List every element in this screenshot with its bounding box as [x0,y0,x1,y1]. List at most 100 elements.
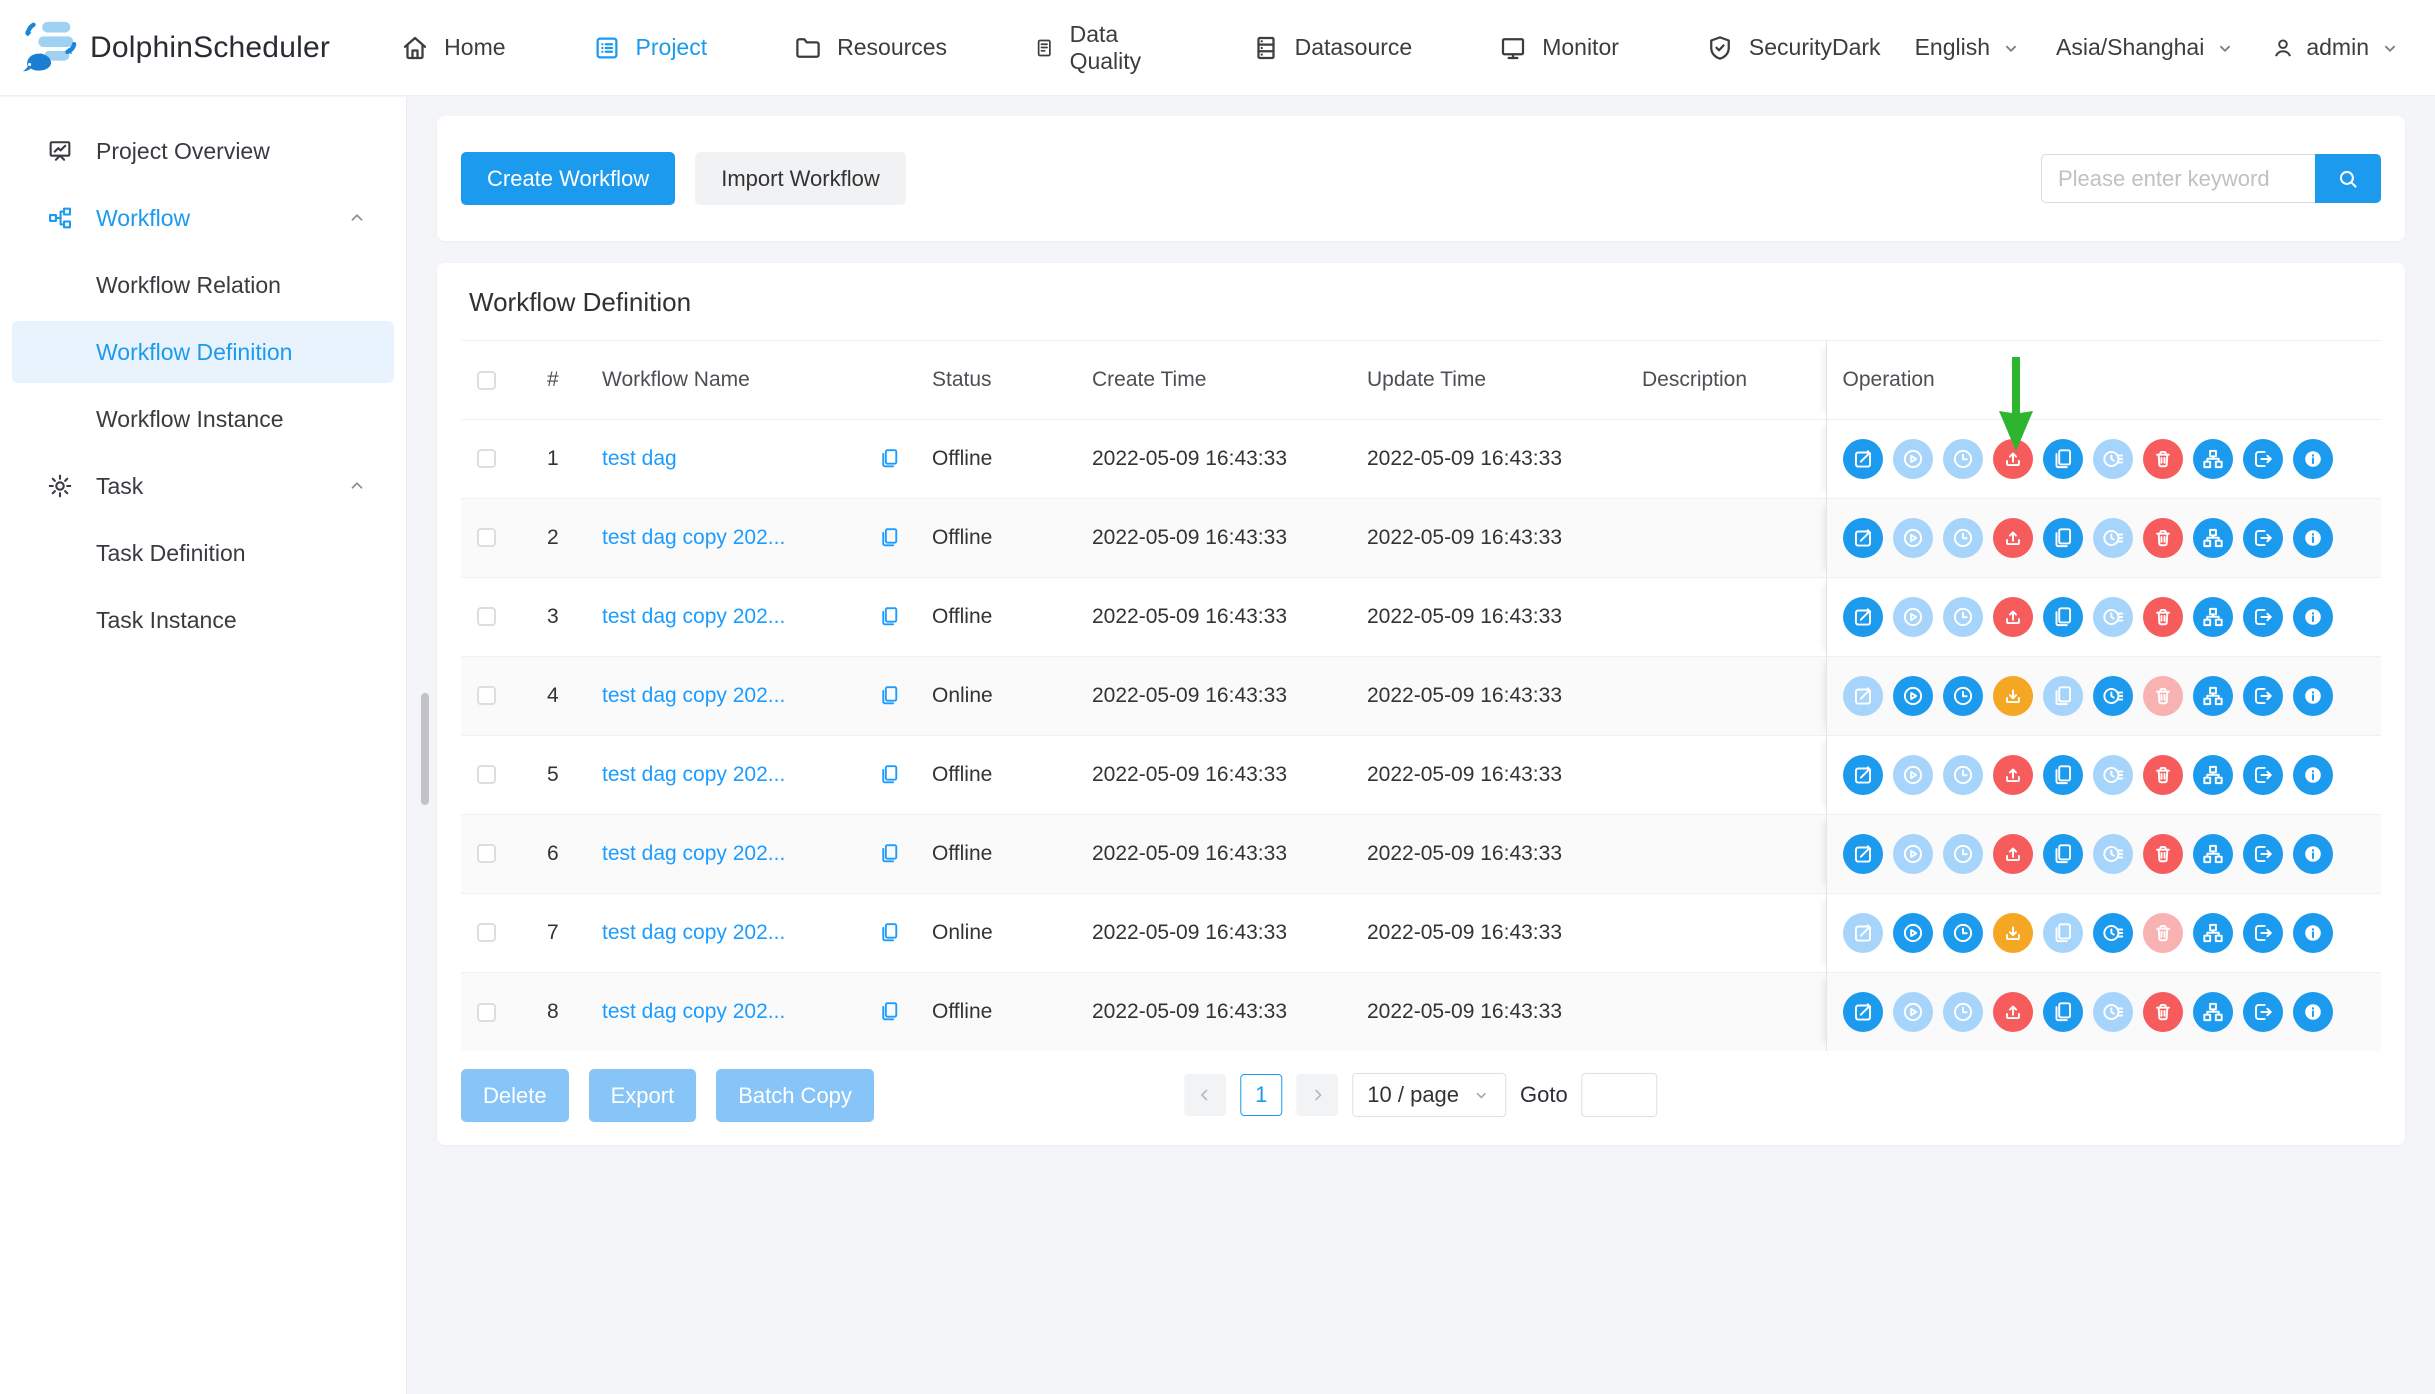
export-button[interactable] [2243,676,2283,716]
delete-button[interactable] [2143,518,2183,558]
row-checkbox[interactable] [477,607,496,626]
cron-manage-button[interactable] [2093,755,2133,795]
timing-button[interactable] [1943,597,1983,637]
tree-view-button[interactable] [2193,992,2233,1032]
offline-download-button[interactable] [1993,913,2033,953]
copy-button[interactable] [2043,676,2083,716]
timing-button[interactable] [1943,439,1983,479]
create-workflow-button[interactable]: Create Workflow [461,152,675,205]
delete-button[interactable] [2143,834,2183,874]
workflow-name-link[interactable]: test dag copy 202... [602,763,869,787]
edit-button[interactable] [1843,834,1883,874]
version-info-button[interactable] [2293,755,2333,795]
sidebar-item-workflow[interactable]: Workflow [12,187,394,249]
cron-manage-button[interactable] [2093,597,2133,637]
timing-button[interactable] [1943,676,1983,716]
delete-button[interactable] [2143,755,2183,795]
workflow-name-link[interactable]: test dag copy 202... [602,1000,869,1024]
tree-view-button[interactable] [2193,913,2233,953]
language-select[interactable]: English [1915,34,2022,61]
version-info-button[interactable] [2293,597,2333,637]
run-button[interactable] [1893,676,1933,716]
online-upload-button[interactable] [1993,597,2033,637]
delete-button[interactable] [2143,992,2183,1032]
nav-item-resources[interactable]: Resources [793,33,947,63]
version-info-button[interactable] [2293,676,2333,716]
online-upload-button[interactable] [1993,755,2033,795]
theme-toggle[interactable]: Dark [1832,34,1881,61]
search-input[interactable] [2041,154,2315,203]
export-button[interactable] [2243,439,2283,479]
copy-name-icon[interactable] [877,920,902,945]
nav-item-security[interactable]: Security [1705,33,1832,63]
copy-button[interactable] [2043,755,2083,795]
tree-view-button[interactable] [2193,676,2233,716]
export-button[interactable] [2243,834,2283,874]
copy-name-icon[interactable] [877,683,902,708]
sidebar-scrollbar-thumb[interactable] [421,693,429,805]
copy-name-icon[interactable] [877,604,902,629]
version-info-button[interactable] [2293,992,2333,1032]
timing-button[interactable] [1943,834,1983,874]
workflow-name-link[interactable]: test dag [602,447,869,471]
online-upload-button[interactable] [1993,834,2033,874]
export-button[interactable] [2243,518,2283,558]
run-button[interactable] [1893,755,1933,795]
row-checkbox[interactable] [477,528,496,547]
copy-name-icon[interactable] [877,762,902,787]
timing-button[interactable] [1943,992,1983,1032]
row-checkbox[interactable] [477,923,496,942]
version-info-button[interactable] [2293,913,2333,953]
nav-item-home[interactable]: Home [400,33,505,63]
workflow-name-link[interactable]: test dag copy 202... [602,921,869,945]
run-button[interactable] [1893,992,1933,1032]
run-button[interactable] [1893,834,1933,874]
sidebar-item-workflow-relation[interactable]: Workflow Relation [12,254,394,316]
workflow-name-link[interactable]: test dag copy 202... [602,842,869,866]
cron-manage-button[interactable] [2093,913,2133,953]
offline-download-button[interactable] [1993,676,2033,716]
version-info-button[interactable] [2293,518,2333,558]
row-checkbox[interactable] [477,686,496,705]
cron-manage-button[interactable] [2093,992,2133,1032]
timing-button[interactable] [1943,913,1983,953]
timing-button[interactable] [1943,518,1983,558]
run-button[interactable] [1893,439,1933,479]
edit-button[interactable] [1843,518,1883,558]
version-info-button[interactable] [2293,834,2333,874]
row-checkbox[interactable] [477,1003,496,1022]
online-upload-button[interactable] [1993,992,2033,1032]
version-info-button[interactable] [2293,439,2333,479]
edit-button[interactable] [1843,597,1883,637]
nav-item-monitor[interactable]: Monitor [1498,33,1619,63]
delete-button[interactable] [2143,913,2183,953]
export-button[interactable] [2243,755,2283,795]
row-checkbox[interactable] [477,449,496,468]
delete-button[interactable]: Delete [461,1069,569,1122]
run-button[interactable] [1893,518,1933,558]
nav-item-data-quality[interactable]: Data Quality [1033,21,1165,75]
copy-button[interactable] [2043,597,2083,637]
cron-manage-button[interactable] [2093,676,2133,716]
delete-button[interactable] [2143,439,2183,479]
copy-name-icon[interactable] [877,999,902,1024]
export-button[interactable] [2243,913,2283,953]
online-upload-button[interactable] [1993,439,2033,479]
sidebar-item-task-instance[interactable]: Task Instance [12,589,394,651]
row-checkbox[interactable] [477,844,496,863]
sidebar-item-task-definition[interactable]: Task Definition [12,522,394,584]
export-button[interactable] [2243,597,2283,637]
batch-copy-button[interactable]: Batch Copy [716,1069,874,1122]
edit-button[interactable] [1843,755,1883,795]
next-page-button[interactable] [1296,1074,1338,1116]
edit-button[interactable] [1843,676,1883,716]
copy-name-icon[interactable] [877,841,902,866]
search-button[interactable] [2315,154,2381,203]
nav-item-datasource[interactable]: Datasource [1251,33,1413,63]
cron-manage-button[interactable] [2093,834,2133,874]
timing-button[interactable] [1943,755,1983,795]
cron-manage-button[interactable] [2093,518,2133,558]
sidebar-item-workflow-definition[interactable]: Workflow Definition [12,321,394,383]
workflow-name-link[interactable]: test dag copy 202... [602,684,869,708]
edit-button[interactable] [1843,992,1883,1032]
